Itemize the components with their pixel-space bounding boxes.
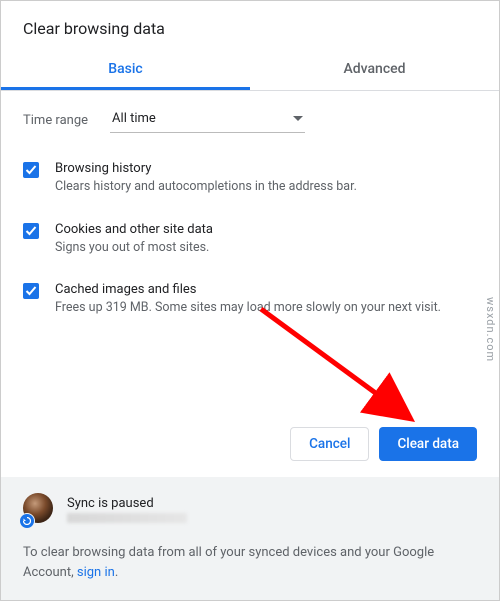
option-cache: Cached images and files Frees up 319 MB.…: [23, 282, 477, 317]
sync-status: Sync is paused: [67, 496, 477, 511]
content: Time range All time Browsing history Cle…: [1, 91, 499, 413]
avatar-wrap: [23, 493, 55, 525]
time-range-row: Time range All time: [23, 107, 477, 133]
option-texts: Browsing history Clears history and auto…: [55, 161, 477, 196]
checkbox-browsing-history[interactable]: [23, 162, 39, 178]
option-texts: Cached images and files Frees up 319 MB.…: [55, 282, 477, 317]
cancel-button[interactable]: Cancel: [290, 427, 369, 461]
dialog-actions: Cancel Clear data: [1, 413, 499, 477]
option-title: Cookies and other site data: [55, 222, 477, 237]
dialog-header: Clear browsing data: [1, 1, 499, 48]
option-texts: Cookies and other site data Signs you ou…: [55, 222, 477, 257]
sync-paused-badge-icon: [19, 513, 35, 529]
check-icon: [25, 164, 37, 176]
checkbox-cookies[interactable]: [23, 223, 39, 239]
option-desc: Signs you out of most sites.: [55, 239, 477, 257]
dialog-title: Clear browsing data: [23, 19, 477, 38]
time-range-value: All time: [112, 111, 156, 126]
tabs: Basic Advanced: [1, 48, 499, 91]
tab-basic[interactable]: Basic: [1, 48, 250, 90]
tab-advanced[interactable]: Advanced: [250, 48, 499, 90]
footer: Sync is paused To clear browsing data fr…: [1, 477, 499, 600]
caret-down-icon: [293, 116, 303, 122]
check-icon: [25, 225, 37, 237]
footer-period: .: [115, 565, 118, 580]
option-title: Cached images and files: [55, 282, 477, 297]
option-cookies: Cookies and other site data Signs you ou…: [23, 222, 477, 257]
sign-in-link[interactable]: sign in: [77, 565, 115, 580]
time-range-label: Time range: [23, 113, 88, 128]
option-desc: Clears history and autocompletions in th…: [55, 178, 477, 196]
checkbox-cache[interactable]: [23, 283, 39, 299]
sync-email-blurred: [67, 513, 187, 523]
check-icon: [25, 285, 37, 297]
option-browsing-history: Browsing history Clears history and auto…: [23, 161, 477, 196]
option-desc: Frees up 319 MB. Some sites may load mor…: [55, 299, 477, 317]
option-title: Browsing history: [55, 161, 477, 176]
sync-row[interactable]: Sync is paused: [23, 493, 477, 525]
clear-data-button[interactable]: Clear data: [379, 427, 477, 461]
time-range-select[interactable]: All time: [110, 107, 305, 133]
clear-browsing-dialog: Clear browsing data Basic Advanced Time …: [1, 1, 499, 600]
sync-texts: Sync is paused: [67, 496, 477, 523]
footer-note: To clear browsing data from all of your …: [23, 543, 477, 582]
